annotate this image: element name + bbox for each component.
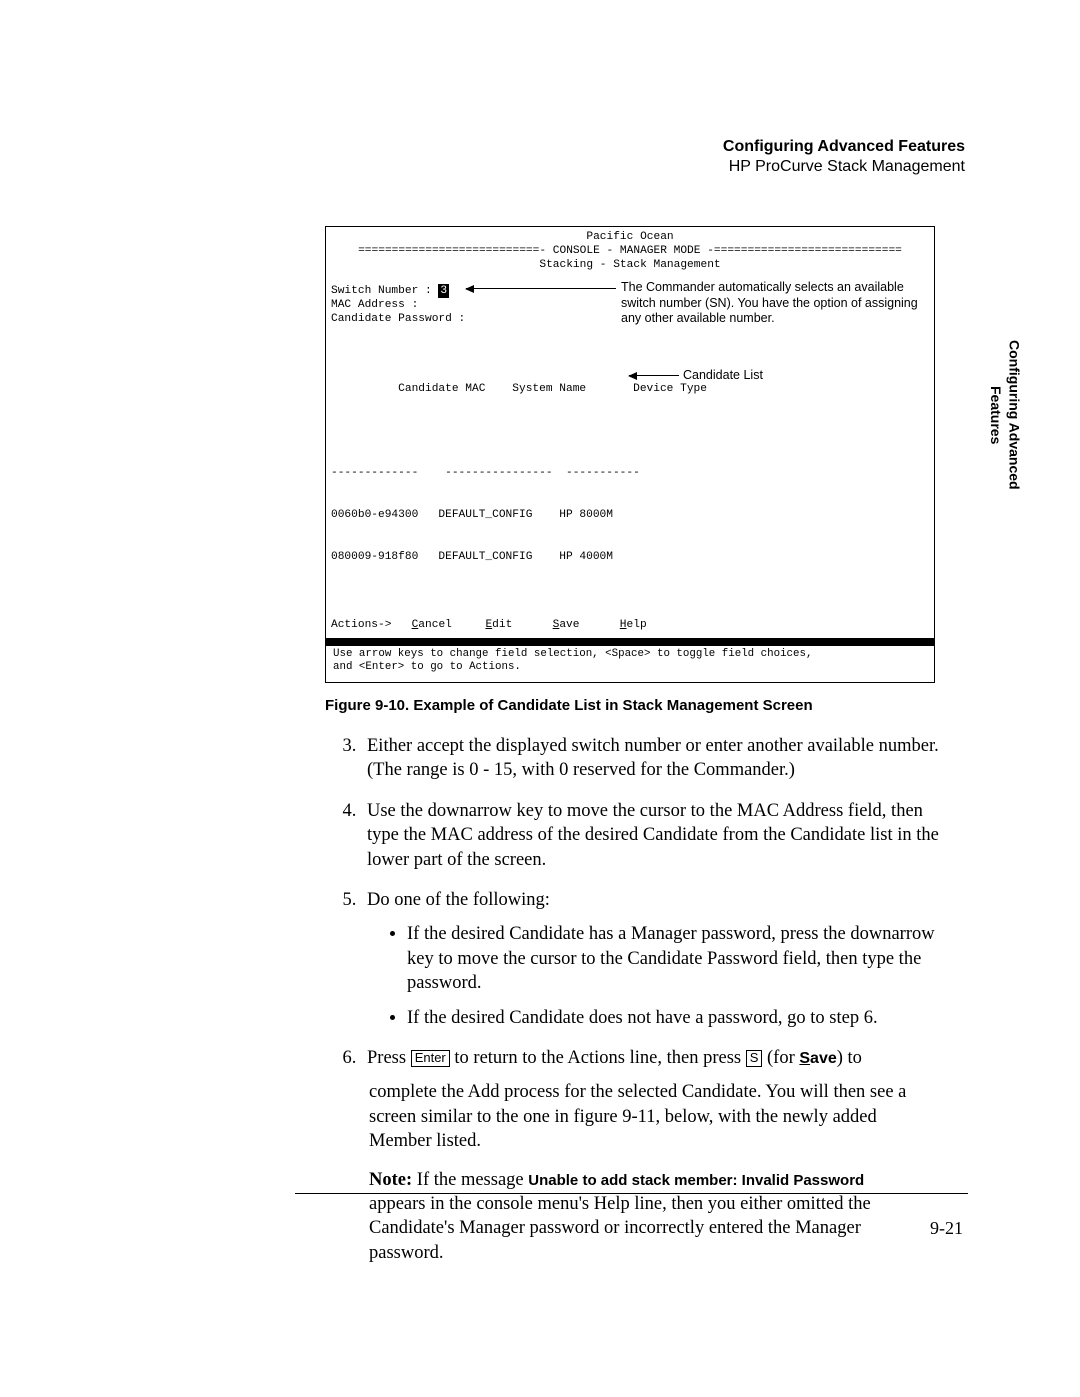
page-header: Configuring Advanced Features HP ProCurv…	[295, 138, 965, 176]
step-6-continuation: complete the Add process for the selecte…	[369, 1080, 925, 1153]
console-divider-bar	[326, 638, 934, 646]
switch-number-label: Switch Number :	[331, 285, 438, 297]
step-3: Either accept the displayed switch numbe…	[361, 734, 955, 783]
procedure-steps: Either accept the displayed switch numbe…	[325, 734, 965, 1070]
console-help-text: Use arrow keys to change field selection…	[331, 648, 929, 674]
step-5: Do one of the following: If the desired …	[361, 888, 955, 1030]
keycap-s: S	[746, 1050, 763, 1067]
table-divider: ------------- ---------------- ---------…	[331, 466, 929, 480]
console-screenshot: Pacific Ocean ==========================…	[325, 226, 935, 683]
header-title: Configuring Advanced Features	[295, 138, 965, 156]
action-edit: Edit	[485, 619, 512, 631]
actions-row: Actions-> Cancel Edit Save Help	[331, 618, 929, 632]
step-6: Press Enter to return to the Actions lin…	[361, 1046, 955, 1070]
table-row: 080009-918f80 DEFAULT_CONFIG HP 4000M	[331, 550, 929, 564]
arrow-icon	[466, 288, 616, 289]
action-save: Save	[553, 619, 580, 631]
callout-candidate-list: Candidate List	[683, 368, 823, 384]
figure-caption: Figure 9-10. Example of Candidate List i…	[325, 697, 935, 714]
error-message: Unable to add stack member: Invalid Pass…	[528, 1172, 864, 1189]
step-5-bullet-2: If the desired Candidate does not have a…	[407, 1006, 955, 1030]
save-label: Save	[799, 1050, 836, 1067]
callout-switch-number: The Commander automatically selects an a…	[621, 280, 921, 327]
action-cancel: Cancel	[412, 619, 452, 631]
side-tab: Configuring Advanced Features	[987, 340, 1023, 490]
arrow-icon	[629, 375, 679, 376]
page-number: 9-21	[295, 1218, 963, 1239]
note-label: Note:	[369, 1170, 412, 1190]
switch-number-value: 3	[438, 284, 449, 298]
step-5-bullet-1: If the desired Candidate has a Manager p…	[407, 922, 955, 995]
keycap-enter: Enter	[411, 1050, 450, 1067]
step-4: Use the downarrow key to move the cursor…	[361, 799, 955, 872]
footer-rule	[295, 1193, 968, 1194]
console-title: Pacific Ocean	[331, 230, 929, 244]
note-block: Note: If the message Unable to add stack…	[369, 1168, 925, 1266]
table-header: Candidate MAC System Name Device Type Ca…	[331, 368, 929, 438]
console-subtitle: Stacking - Stack Management	[331, 258, 929, 272]
console-mode-line: ===========================- CONSOLE - M…	[331, 244, 929, 258]
action-help: Help	[620, 619, 647, 631]
header-subtitle: HP ProCurve Stack Management	[295, 158, 965, 176]
table-row: 0060b0-e94300 DEFAULT_CONFIG HP 8000M	[331, 508, 929, 522]
